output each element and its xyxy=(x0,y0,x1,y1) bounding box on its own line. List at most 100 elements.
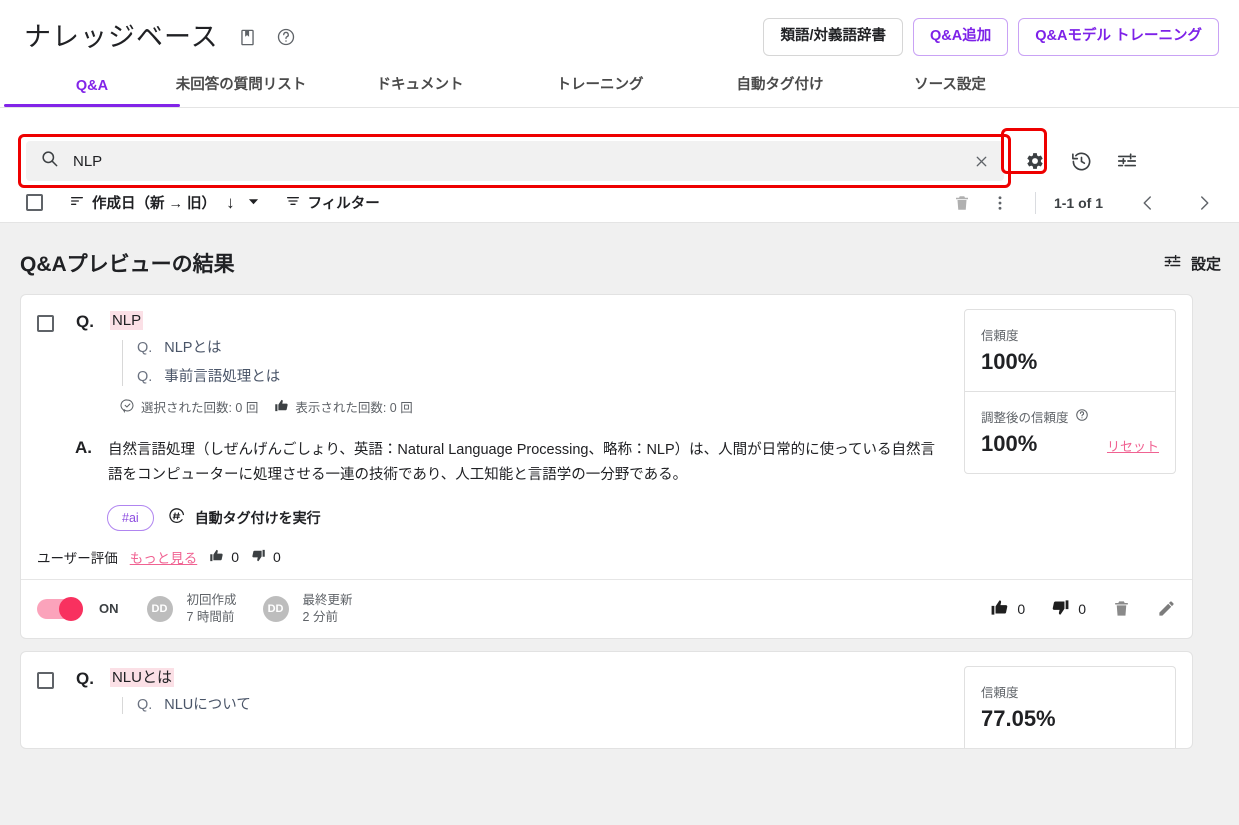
tab-qa[interactable]: Q&A xyxy=(4,78,180,107)
confidence-value: 100% xyxy=(981,349,1038,374)
add-qa-button[interactable]: Q&A追加 xyxy=(913,18,1009,56)
tag-row: #ai 自動タグ付けを実行 xyxy=(107,504,964,531)
tab-label: Q&A xyxy=(75,78,109,94)
rating-up-count: 0 xyxy=(209,548,239,566)
subquestion-prefix: Q. xyxy=(136,340,153,357)
tune-icon[interactable] xyxy=(1104,139,1150,183)
edit-pencil-icon[interactable] xyxy=(1157,599,1176,618)
tab-documents[interactable]: ドキュメント xyxy=(330,73,510,107)
card-checkbox[interactable] xyxy=(37,315,54,332)
settings-gear-icon[interactable] xyxy=(1001,128,1058,183)
updated-meta: 最終更新 2 分前 xyxy=(303,592,353,626)
avatar: DD xyxy=(262,595,289,622)
sort-direction-icon[interactable]: ↓ xyxy=(226,193,235,213)
title-icon-group xyxy=(237,26,297,48)
confidence-block: 信頼度 100% xyxy=(965,310,1175,391)
sort-label: 作成日（新 → 旧） xyxy=(92,196,217,212)
adjusted-confidence-value: 100% xyxy=(981,431,1038,456)
tab-source-settings[interactable]: ソース設定 xyxy=(870,73,1030,107)
delete-icon[interactable] xyxy=(945,186,979,220)
user-rating-label: ユーザー評価 xyxy=(37,550,118,566)
results-title: Q&Aプレビューの結果 xyxy=(20,253,235,276)
filter-control[interactable]: フィルター xyxy=(285,192,380,213)
book-icon[interactable] xyxy=(237,26,259,48)
results-header: Q&Aプレビューの結果 設定 xyxy=(0,223,1239,294)
subquestion-prefix: Q. xyxy=(136,696,153,713)
question-letter: Q. xyxy=(76,312,94,331)
toolbar-divider xyxy=(1034,191,1036,214)
reset-link[interactable]: リセット xyxy=(1107,436,1159,455)
tab-training[interactable]: トレーニング xyxy=(510,73,690,107)
tab-unanswered-questions[interactable]: 未回答の質問リスト xyxy=(152,73,330,107)
enabled-toggle[interactable] xyxy=(37,596,83,621)
prev-page-icon[interactable] xyxy=(1131,186,1165,220)
confidence-value-row: 100% xyxy=(981,349,1159,375)
hashtag-circle-icon xyxy=(168,507,186,528)
help-circle-icon[interactable] xyxy=(275,26,297,48)
tune-icon xyxy=(1163,252,1182,275)
created-label: 初回作成 xyxy=(186,592,237,607)
subquestion-text: NLUについて xyxy=(164,696,251,713)
adjusted-label-text: 調整後の信頼度 xyxy=(981,411,1069,425)
select-all-checkbox[interactable] xyxy=(26,194,43,211)
tab-auto-tagging[interactable]: 自動タグ付け xyxy=(690,73,870,107)
stats-row: 選択された回数: 0 回 表示された回数: 0 回 xyxy=(120,397,964,416)
search-wrapper xyxy=(18,134,1011,188)
qa-card-main: Q. NLP Q. NLPとは Q. 事前言語処理とは 選択された回数: 0 回… xyxy=(21,295,1192,549)
shown-count-stat: 表示された回数: 0 回 xyxy=(274,397,413,416)
rating-up-value: 0 xyxy=(231,548,240,565)
sort-control[interactable]: 作成日（新 → 旧） ↓ xyxy=(69,192,259,213)
thumb-up-icon xyxy=(209,548,224,566)
sort-icon xyxy=(69,193,85,213)
delete-icon[interactable] xyxy=(1112,599,1131,618)
search-box[interactable] xyxy=(26,141,1004,181)
app-header: ナレッジベース 類語/対義語辞書 Q&A追加 Q&Aモデル トレーニング Q&A… xyxy=(0,0,1239,131)
toggle-knob xyxy=(59,596,83,621)
thumb-up-icon xyxy=(990,598,1009,620)
question-letter: Q. xyxy=(76,668,94,688)
show-more-link[interactable]: もっと見る xyxy=(130,547,198,567)
list-item: Q. NLPとは xyxy=(137,340,964,357)
page-count: 1-1 of 1 xyxy=(1053,194,1103,211)
card-footer: ON DD 初回作成 7 時間前 DD 最終更新 2 分前 0 0 xyxy=(21,578,1192,638)
footer-up-value: 0 xyxy=(1017,600,1026,617)
confidence-panel: 信頼度 100% 調整後の信頼度 100% リセット xyxy=(964,309,1176,474)
question-title: NLP xyxy=(109,311,144,331)
rating-down-count: 0 xyxy=(251,548,281,566)
results-settings-button[interactable]: 設定 xyxy=(1163,252,1221,275)
card-checkbox[interactable] xyxy=(37,671,54,689)
toggle-state-label: ON xyxy=(99,601,119,617)
list-item: Q. 事前言語処理とは xyxy=(137,369,964,386)
footer-thumb-down[interactable]: 0 xyxy=(1051,598,1086,620)
clear-icon[interactable] xyxy=(968,148,994,174)
page-title: ナレッジベース xyxy=(24,21,219,52)
synonym-dictionary-button[interactable]: 類語/対義語辞書 xyxy=(763,18,904,56)
search-input[interactable] xyxy=(73,152,968,170)
answer-text: 自然言語処理（しぜんげんごしょり、英語：Natural Language Pro… xyxy=(108,442,935,484)
history-icon[interactable] xyxy=(1058,139,1104,183)
selected-count-stat: 選択された回数: 0 回 xyxy=(120,397,258,416)
rating-down-value: 0 xyxy=(273,548,281,565)
qa-card: Q. NLP Q. NLPとは Q. 事前言語処理とは 選択された回数: 0 回… xyxy=(20,294,1193,639)
question-title: NLUとは xyxy=(109,667,174,688)
run-auto-tagging-button[interactable]: 自動タグ付けを実行 xyxy=(168,507,321,528)
auto-tagging-label: 自動タグ付けを実行 xyxy=(194,509,321,526)
chevron-down-icon[interactable] xyxy=(248,195,259,211)
tag-chip[interactable]: #ai xyxy=(107,504,154,531)
subquestion-prefix: Q. xyxy=(136,368,153,385)
footer-thumb-up[interactable]: 0 xyxy=(990,598,1025,620)
results-settings-label: 設定 xyxy=(1190,255,1221,273)
subquestion-text: 事前言語処理とは xyxy=(164,368,281,385)
train-qa-model-button[interactable]: Q&Aモデル トレーニング xyxy=(1018,18,1219,56)
list-item: Q. NLUについて xyxy=(137,697,964,714)
created-value: 7 時間前 xyxy=(186,609,235,624)
question-row: Q. NLUとは Q. NLUについて xyxy=(21,667,964,726)
answer-row: A. 自然言語処理（しぜんげんごしょり、英語：Natural Language … xyxy=(75,438,964,489)
adjusted-value-row: 100% リセット xyxy=(981,431,1159,457)
help-circle-icon[interactable] xyxy=(1075,408,1089,425)
confidence-panel: 信頼度 77.05% xyxy=(964,665,1176,748)
updated-value: 2 分前 xyxy=(302,609,338,624)
more-vertical-icon[interactable] xyxy=(983,186,1017,220)
next-page-icon[interactable] xyxy=(1187,186,1221,220)
toolbar-right: 1-1 of 1 xyxy=(945,186,1221,220)
